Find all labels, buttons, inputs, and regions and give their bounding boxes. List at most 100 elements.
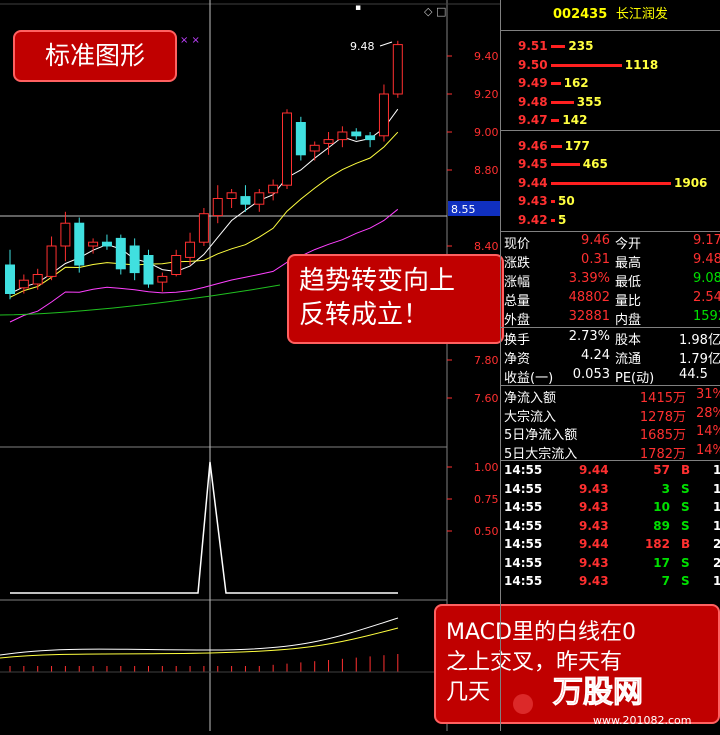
bid-price: 9.45 [518,157,548,171]
bid-row: 9.43 50 [501,192,720,211]
quote-row: 涨跌 0.31 最高 9.48 [501,251,720,271]
tick-volume: 7 [661,574,670,588]
candle-body [212,198,223,217]
ask-volume: 1118 [624,57,659,72]
quote-panel: 002435 长江润发 9.51 235 9.50 1118 9.49 162 9.48 35… [500,0,720,731]
quote-value: 9.17 [693,233,720,248]
flow-pct: 31% [696,387,720,402]
tick-row: 14:55 9.43 10 S 1 [501,498,720,517]
indicator-signal-line [10,461,398,594]
quote-label: 内盘 [615,313,642,328]
watermark: 万股网 www.201082.com [505,652,720,731]
stats-value: 1.79亿 [679,352,720,367]
tick-time: 14:55 [504,463,543,477]
indicator-axis-label: 0.50 [474,525,499,538]
ask-price: 9.49 [518,76,548,90]
bid-list: 9.46 177 9.45 465 9.44 1906 9.43 50 9.42 5 [501,131,720,232]
ask-row: 9.48 355 [501,93,720,112]
ask-volume-bar [551,45,566,48]
stats-table: 换手 2.73% 股本 1.98亿 净资 4.24 流通 1.79亿 收益(一) 0.053 PE(… [501,328,720,386]
ask-price: 9.47 [518,113,548,127]
candle-body [171,255,182,275]
tick-row: 14:55 9.43 7 S 1 [501,572,720,591]
diamond-icon: ◇ □ [424,5,446,18]
annotation-standard-pattern: 标准图形 [13,30,177,82]
tick-side: B [681,463,691,477]
ask-volume-bar [551,82,561,85]
bid-row: 9.42 5 [501,211,720,230]
stats-value: 1.98亿 [679,333,720,348]
tick-side: S [681,500,690,514]
quote-value: 2.54 [693,290,720,305]
candle-body [337,131,348,141]
tick-extra: 2 [713,537,720,551]
flow-value: 1278万 [639,409,686,425]
ask-row: 9.51 235 [501,37,720,56]
candle-body [378,93,389,137]
bid-volume-bar [551,144,562,148]
kline-chart[interactable]: 9.40 9.20 9.00 8.80 8.40 7.80 7.60 8.55 9.48 1.00… [0,0,500,731]
stats-row: 收益(一) 0.053 PE(动) 44.5 [501,366,720,386]
tick-price: 9.44 [579,537,609,551]
high-price-pointer [379,41,393,47]
quote-label: 最高 [615,256,642,271]
ma60-line [0,284,281,316]
candle-body [392,44,403,95]
current-price-label: 8.55 [451,203,476,216]
quote-label: 外盘 [504,313,531,328]
tick-volume: 17 [653,555,670,570]
quote-value: 3.39% [568,271,610,286]
bid-volume-bar [551,218,555,222]
stats-label: 净资 [504,352,531,367]
candle-body [18,279,29,289]
candle-body [5,264,15,294]
candle-body [254,192,265,205]
tick-price: 9.44 [579,463,609,477]
quote-label: 现价 [504,237,531,252]
quote-label: 涨跌 [504,256,531,271]
ask-volume-bar [551,100,574,104]
bid-volume-bar [551,163,580,166]
bid-price: 9.46 [518,138,548,153]
tick-price: 9.43 [579,518,609,533]
tick-volume: 182 [644,537,670,551]
stock-header: 002435 长江润发 [501,0,720,31]
stats-label: 股本 [615,333,642,348]
ask-price: 9.51 [518,39,548,53]
tick-row: 14:55 9.43 3 S 1 [501,480,720,499]
tick-time: 14:55 [504,481,543,496]
tick-list[interactable]: 14:55 9.44 57 B 1 14:55 9.43 3 S 1 14:55 9.43 10 S 1 14… [501,461,720,591]
candle-body [351,131,362,137]
stats-row: 净资 4.24 流通 1.79亿 [501,347,720,367]
kline-chart-area[interactable]: 9.40 9.20 9.00 8.80 8.40 7.80 7.60 8.55 9.48 1.00… [0,0,500,731]
bid-volume-bar [551,181,671,185]
tick-row: 14:55 9.43 89 S 1 [501,517,720,536]
tick-volume: 10 [653,500,670,514]
candle-body [74,222,85,266]
quote-value: 15921 [693,309,720,324]
candle-body [101,241,112,247]
candle-body [32,274,43,285]
flow-label: 大宗流入 [504,409,557,425]
price-axis-label: 8.80 [474,164,499,177]
tick-volume: 57 [653,463,670,477]
quote-label: 总量 [504,294,531,309]
flow-label: 5日大宗流入 [504,446,578,462]
bid-price: 9.43 [518,194,548,208]
ask-price: 9.48 [518,94,548,109]
flow-value: 1782万 [639,446,686,462]
watermark-brand: 万股网 [553,675,643,710]
stats-value: 2.73% [568,329,610,344]
tick-price: 9.43 [579,555,609,570]
bid-row: 9.46 177 [501,137,720,156]
flow-row: 5日净流入额 1685万 14% [501,423,720,443]
stats-label: 流通 [615,352,642,367]
watermark-bull-icon [513,694,533,714]
candle-body [143,255,154,285]
candle-body [323,139,334,144]
bid-volume: 465 [582,157,608,171]
quote-label: 量比 [615,294,642,309]
bid-price: 9.42 [518,212,548,227]
stats-label: PE(动) [615,371,655,386]
quote-row: 外盘 32881 内盘 15921 [501,308,720,328]
